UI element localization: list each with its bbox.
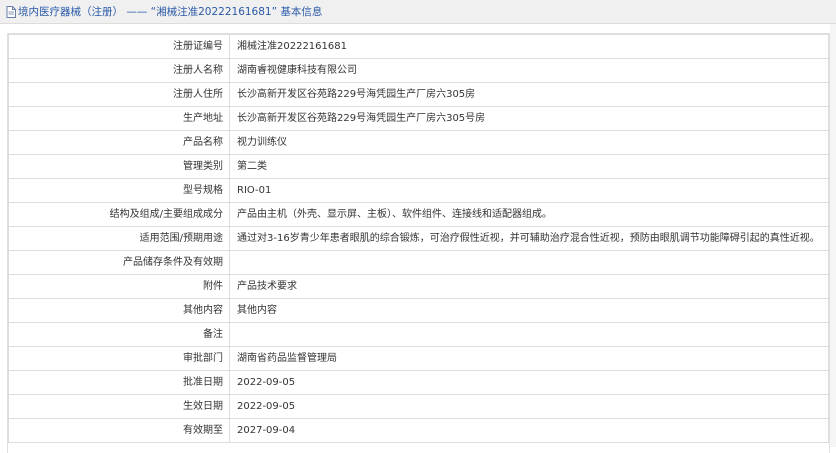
row-label: 产品储存条件及有效期 — [8, 250, 230, 275]
table-row: 生产地址 长沙高新开发区谷苑路229号海凭园生产厂房六305号房 — [8, 106, 829, 131]
row-label: 产品名称 — [8, 130, 230, 155]
table-row: 注册人住所 长沙高新开发区谷苑路229号海凭园生产厂房六305房 — [8, 82, 829, 107]
row-value: RIO-01 — [229, 178, 829, 203]
row-label: 附件 — [8, 274, 230, 299]
row-label: 注册人住所 — [8, 82, 230, 107]
row-label: 有效期至 — [8, 418, 230, 443]
table-row: 附件 产品技术要求 — [8, 274, 829, 299]
row-value: 湖南省药品监督管理局 — [229, 346, 829, 371]
row-label: 生效日期 — [8, 394, 230, 419]
page-title: 境内医疗器械（注册） —— “湘械注准20222161681” 基本信息 — [18, 6, 323, 18]
row-value: 长沙高新开发区谷苑路229号海凭园生产厂房六305房 — [229, 82, 829, 107]
table-row: 其他内容 其他内容 — [8, 298, 829, 323]
page-header: 境内医疗器械（注册） —— “湘械注准20222161681” 基本信息 — [0, 0, 836, 24]
table-row: 适用范围/预期用途 通过对3-16岁青少年患者眼肌的综合锻炼，可治疗假性近视，并… — [8, 226, 829, 251]
row-value: 2022-09-05 — [229, 394, 829, 419]
row-value: 湖南睿视健康科技有限公司 — [229, 58, 829, 83]
table-row: 结构及组成/主要组成成分 产品由主机（外壳、显示屏、主板）、软件组件、连接线和适… — [8, 202, 829, 227]
row-value: 湘械注准20222161681 — [229, 34, 829, 59]
document-icon — [6, 5, 16, 18]
row-value: 其他内容 — [229, 298, 829, 323]
row-label: 型号规格 — [8, 178, 230, 203]
table-row: 产品储存条件及有效期 — [8, 250, 829, 275]
table-row: 注册证编号 湘械注准20222161681 — [8, 34, 829, 59]
row-label: 管理类别 — [8, 154, 230, 179]
table-row: 注册人名称 湖南睿视健康科技有限公司 — [8, 58, 829, 83]
row-value: 视力训练仪 — [229, 130, 829, 155]
table-row: 有效期至 2027-09-04 — [8, 418, 829, 443]
row-value: 产品技术要求 — [229, 274, 829, 299]
table-row: 批准日期 2022-09-05 — [8, 370, 829, 395]
table-row: 型号规格 RIO-01 — [8, 178, 829, 203]
row-label: 注册人名称 — [8, 58, 230, 83]
row-label: 结构及组成/主要组成成分 — [8, 202, 230, 227]
row-value: 产品由主机（外壳、显示屏、主板）、软件组件、连接线和适配器组成。 — [229, 202, 829, 227]
row-value — [229, 322, 829, 347]
row-value: 第二类 — [229, 154, 829, 179]
row-label: 注册证编号 — [8, 34, 230, 59]
row-label: 备注 — [8, 322, 230, 347]
row-label: 生产地址 — [8, 106, 230, 131]
scrollbar-track[interactable] — [830, 24, 836, 447]
table-row: 生效日期 2022-09-05 — [8, 394, 829, 419]
row-label: 其他内容 — [8, 298, 230, 323]
row-label: 适用范围/预期用途 — [8, 226, 230, 251]
table-row: 备注 — [8, 322, 829, 347]
row-value — [229, 250, 829, 275]
row-label: 批准日期 — [8, 370, 230, 395]
row-label: 审批部门 — [8, 346, 230, 371]
table-row: 产品名称 视力训练仪 — [8, 130, 829, 155]
table-row: 管理类别 第二类 — [8, 154, 829, 179]
table-row: 审批部门 湖南省药品监督管理局 — [8, 346, 829, 371]
info-panel: 注册证编号 湘械注准20222161681 注册人名称 湖南睿视健康科技有限公司… — [7, 33, 830, 453]
row-value: 长沙高新开发区谷苑路229号海凭园生产厂房六305号房 — [229, 106, 829, 131]
row-value: 2022-09-05 — [229, 370, 829, 395]
row-value: 通过对3-16岁青少年患者眼肌的综合锻炼，可治疗假性近视，并可辅助治疗混合性近视… — [229, 226, 829, 251]
info-table: 注册证编号 湘械注准20222161681 注册人名称 湖南睿视健康科技有限公司… — [8, 34, 829, 443]
row-value: 2027-09-04 — [229, 418, 829, 443]
